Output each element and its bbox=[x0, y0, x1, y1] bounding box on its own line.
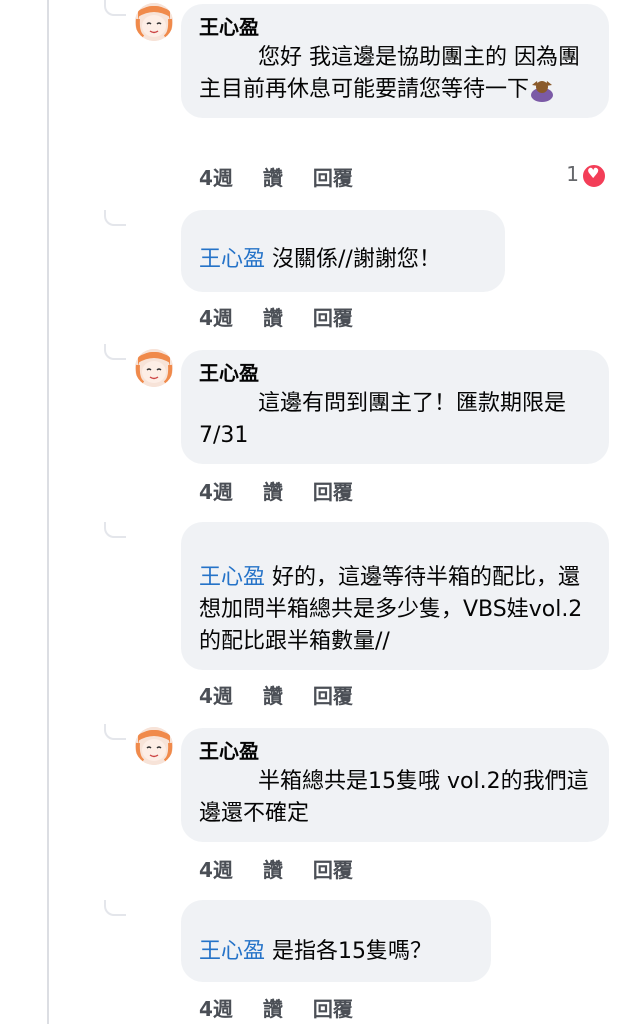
avatar-face-icon bbox=[135, 727, 173, 765]
comment-text: 王心盈 是指各15隻嗎？ bbox=[199, 939, 433, 964]
comment-text: 王心盈 好的，這邊等待半箱的配比，還想加問半箱總共是多少隻，VBS娃vol.2的… bbox=[199, 565, 583, 654]
comment-time[interactable]: 4週 bbox=[199, 684, 233, 708]
comment-author[interactable]: 王心盈 bbox=[199, 360, 591, 386]
thread-branch bbox=[104, 0, 126, 16]
reply-button[interactable]: 回覆 bbox=[313, 480, 353, 504]
comment-bubble: 王心盈 您好 我這邊是協助團主的 因為團主目前再休息可能要請您等待一下 bbox=[181, 4, 609, 118]
comment-author[interactable]: 王心盈 bbox=[199, 14, 591, 40]
comment-bubble: 王心盈 半箱總共是15隻哦 vol.2的我們這邊還不確定 bbox=[181, 728, 609, 842]
comment-time[interactable]: 4週 bbox=[199, 166, 233, 190]
comment-text: 您好 我這邊是協助團主的 因為團主目前再休息可能要請您等待一下 bbox=[199, 45, 580, 103]
thread-line bbox=[47, 0, 49, 1024]
mention-tag[interactable]: 王心盈 bbox=[199, 939, 265, 964]
comment-time[interactable]: 4週 bbox=[199, 997, 233, 1021]
reaction-count: 1 bbox=[566, 162, 579, 186]
thread-branch bbox=[104, 344, 126, 360]
comment-time[interactable]: 4週 bbox=[199, 306, 233, 330]
reply-button[interactable]: 回覆 bbox=[313, 858, 353, 882]
reply-button[interactable]: 回覆 bbox=[313, 997, 353, 1021]
thread-branch bbox=[104, 724, 126, 740]
mention-tag[interactable]: 王心盈 bbox=[199, 247, 265, 272]
like-button[interactable]: 讚 bbox=[263, 166, 283, 190]
thread-branch bbox=[104, 900, 126, 916]
bowing-person-emoji-icon bbox=[529, 77, 555, 103]
hidden-mention bbox=[199, 395, 251, 413]
avatar-face-icon bbox=[135, 3, 173, 41]
comment-text: 這邊有問到團主了！匯款期限是7/31 bbox=[199, 391, 567, 448]
hidden-mention bbox=[199, 49, 251, 67]
comment-actions: 4週 讚 回覆 bbox=[199, 993, 383, 1022]
comment-author[interactable]: 王心盈 bbox=[199, 738, 591, 764]
comment-bubble: 王心盈 是指各15隻嗎？ bbox=[181, 900, 491, 982]
comment-actions: 4週 讚 回覆 bbox=[199, 476, 383, 505]
comment-bubble: 王心盈 這邊有問到團主了！匯款期限是7/31 bbox=[181, 350, 609, 464]
comment-text: 王心盈 沒關係//謝謝您！ bbox=[199, 247, 441, 272]
comment-actions: 4週 讚 回覆 bbox=[199, 854, 383, 883]
comment-bubble: 王心盈 好的，這邊等待半箱的配比，還想加問半箱總共是多少隻，VBS娃vol.2的… bbox=[181, 522, 609, 670]
like-button[interactable]: 讚 bbox=[263, 684, 283, 708]
like-button[interactable]: 讚 bbox=[263, 480, 283, 504]
reaction-summary[interactable]: 1 bbox=[566, 162, 607, 189]
hidden-mention bbox=[199, 773, 251, 791]
comment-actions: 4週 讚 回覆 bbox=[199, 680, 383, 709]
comment-text: 半箱總共是15隻哦 vol.2的我們這邊還不確定 bbox=[199, 769, 589, 826]
thread-branch bbox=[104, 522, 126, 538]
reply-button[interactable]: 回覆 bbox=[313, 684, 353, 708]
like-button[interactable]: 讚 bbox=[263, 858, 283, 882]
comment-actions: 4週 讚 回覆 bbox=[199, 162, 383, 191]
comment-time[interactable]: 4週 bbox=[199, 480, 233, 504]
like-button[interactable]: 讚 bbox=[263, 997, 283, 1021]
mention-tag[interactable]: 王心盈 bbox=[199, 565, 265, 590]
avatar-face-icon bbox=[135, 349, 173, 387]
comment-actions: 4週 讚 回覆 bbox=[199, 302, 383, 331]
thread-branch bbox=[104, 210, 126, 226]
heart-icon bbox=[581, 162, 607, 189]
comment-bubble: 王心盈 沒關係//謝謝您！ bbox=[181, 210, 505, 292]
reply-button[interactable]: 回覆 bbox=[313, 166, 353, 190]
avatar[interactable] bbox=[135, 727, 173, 765]
avatar[interactable] bbox=[135, 3, 173, 41]
avatar[interactable] bbox=[135, 349, 173, 387]
reply-button[interactable]: 回覆 bbox=[313, 306, 353, 330]
like-button[interactable]: 讚 bbox=[263, 306, 283, 330]
comment-time[interactable]: 4週 bbox=[199, 858, 233, 882]
